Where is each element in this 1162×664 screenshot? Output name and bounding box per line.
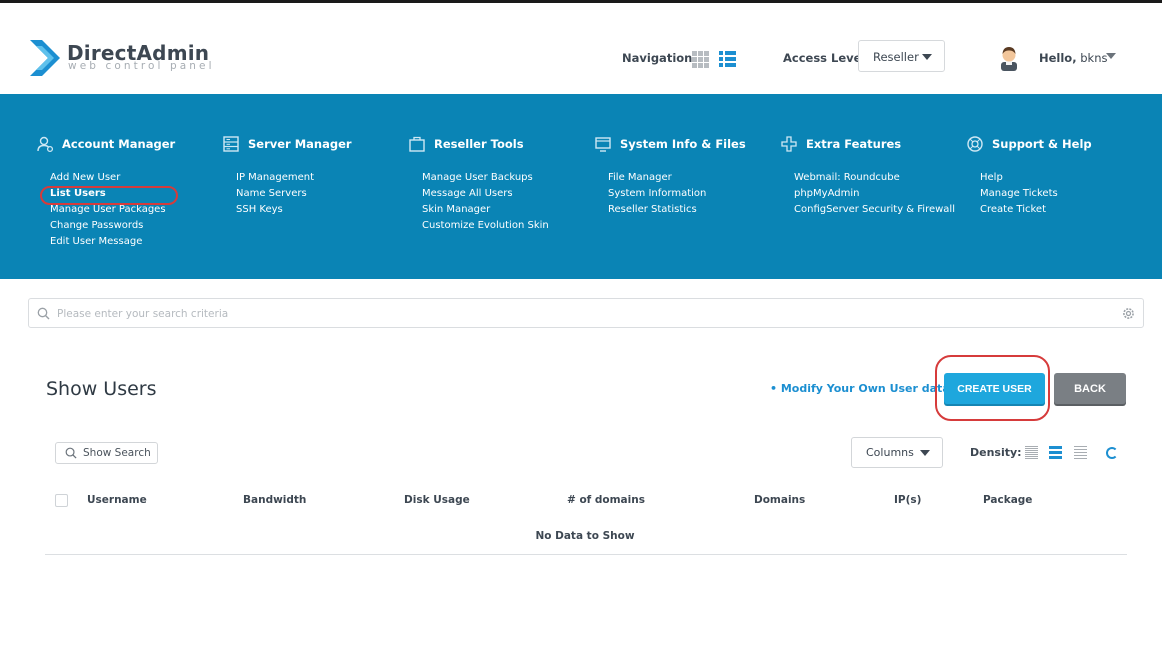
list-view-icon[interactable] <box>719 51 736 68</box>
user-settings-icon <box>37 136 54 153</box>
menu-item-customize-evolution-skin[interactable]: Customize Evolution Skin <box>422 218 549 234</box>
user-menu[interactable]: Hello, bkns <box>1039 51 1107 65</box>
column-header-username[interactable]: Username <box>87 494 147 506</box>
show-search-label: Show Search <box>83 447 151 459</box>
table-divider <box>45 554 1127 555</box>
menu-item-edit-user-message[interactable]: Edit User Message <box>50 234 175 250</box>
content-panel <box>10 279 1162 664</box>
modify-own-user-data-link[interactable]: • Modify Your Own User data <box>770 382 950 395</box>
menu-group-support-help: Support & Help Help Manage Tickets Creat… <box>966 134 1092 218</box>
gear-icon[interactable] <box>1122 307 1135 320</box>
hello-prefix: Hello, <box>1039 51 1077 65</box>
menu-title-reseller-tools[interactable]: Reseller Tools <box>434 137 524 151</box>
top-header: DirectAdmin web control panel Navigation… <box>0 3 1162 94</box>
menu-title-support-help[interactable]: Support & Help <box>992 137 1092 151</box>
columns-dropdown[interactable]: Columns <box>851 437 943 468</box>
lifebuoy-icon <box>967 136 983 152</box>
directadmin-logo-icon[interactable] <box>28 38 64 78</box>
menu-item-configserver-firewall[interactable]: ConfigServer Security & Firewall <box>794 202 955 218</box>
access-level-label: Access Level <box>783 51 866 65</box>
density-comfortable-icon[interactable] <box>1074 446 1087 459</box>
menu-item-manage-user-backups[interactable]: Manage User Backups <box>422 170 549 186</box>
select-all-checkbox[interactable] <box>55 494 68 507</box>
menu-item-name-servers[interactable]: Name Servers <box>236 186 352 202</box>
menu-group-reseller-tools: Reseller Tools Manage User Backups Messa… <box>408 134 549 234</box>
column-header-domain-count[interactable]: # of domains <box>567 494 645 506</box>
menu-title-server-manager[interactable]: Server Manager <box>248 137 352 151</box>
menu-group-extra-features: Extra Features Webmail: Roundcube phpMyA… <box>780 134 955 218</box>
search-input[interactable] <box>57 305 1097 323</box>
density-label: Density: <box>970 446 1022 459</box>
menu-item-create-ticket[interactable]: Create Ticket <box>980 202 1092 218</box>
back-button[interactable]: BACK <box>1054 373 1126 404</box>
menu-item-reseller-statistics[interactable]: Reseller Statistics <box>608 202 746 218</box>
menu-item-add-new-user[interactable]: Add New User <box>50 170 175 186</box>
show-search-button[interactable]: Show Search <box>55 442 158 464</box>
search-icon <box>37 307 50 320</box>
user-menu-chevron-icon[interactable] <box>1106 53 1116 59</box>
menu-item-system-information[interactable]: System Information <box>608 186 746 202</box>
brand-subtitle: web control panel <box>68 60 215 72</box>
menu-item-skin-manager[interactable]: Skin Manager <box>422 202 549 218</box>
menu-title-system-info[interactable]: System Info & Files <box>620 137 746 151</box>
column-header-disk-usage[interactable]: Disk Usage <box>404 494 470 506</box>
menu-title-account-manager[interactable]: Account Manager <box>62 137 175 151</box>
users-table-header: Username Bandwidth Disk Usage # of domai… <box>45 490 1127 512</box>
menu-item-ssh-keys[interactable]: SSH Keys <box>236 202 352 218</box>
columns-label: Columns <box>866 446 914 459</box>
list-users-highlight <box>40 186 178 205</box>
main-menu-bar: Account Manager Add New User List Users … <box>0 94 1162 279</box>
column-header-domains[interactable]: Domains <box>754 494 805 506</box>
user-avatar-icon[interactable] <box>998 45 1020 71</box>
username: bkns <box>1080 51 1108 65</box>
column-header-ips[interactable]: IP(s) <box>894 494 921 506</box>
menu-item-ip-management[interactable]: IP Management <box>236 170 352 186</box>
density-standard-icon[interactable] <box>1049 446 1062 459</box>
menu-item-message-all-users[interactable]: Message All Users <box>422 186 549 202</box>
menu-group-server-manager: Server Manager IP Management Name Server… <box>222 134 352 218</box>
column-header-package[interactable]: Package <box>983 494 1032 506</box>
column-header-bandwidth[interactable]: Bandwidth <box>243 494 306 506</box>
empty-table-message: No Data to Show <box>535 530 635 542</box>
access-level-value: Reseller <box>873 50 919 64</box>
menu-item-change-passwords[interactable]: Change Passwords <box>50 218 175 234</box>
search-icon <box>65 447 77 459</box>
server-icon <box>223 136 239 152</box>
refresh-icon[interactable] <box>1106 447 1118 459</box>
menu-item-manage-tickets[interactable]: Manage Tickets <box>980 186 1092 202</box>
briefcase-icon <box>409 136 425 152</box>
access-level-select[interactable]: Reseller <box>858 40 945 72</box>
grid-view-icon[interactable] <box>692 51 709 68</box>
menu-item-webmail-roundcube[interactable]: Webmail: Roundcube <box>794 170 955 186</box>
chevron-down-icon <box>922 54 932 60</box>
create-user-highlight <box>935 355 1050 421</box>
monitor-icon <box>595 137 611 152</box>
chevron-down-icon <box>920 450 930 456</box>
menu-title-extra-features[interactable]: Extra Features <box>806 137 901 151</box>
search-bar <box>28 298 1144 328</box>
menu-item-file-manager[interactable]: File Manager <box>608 170 746 186</box>
page-title: Show Users <box>46 378 157 400</box>
navigation-label: Navigation <box>622 51 693 65</box>
menu-item-phpmyadmin[interactable]: phpMyAdmin <box>794 186 955 202</box>
density-compact-icon[interactable] <box>1025 446 1038 459</box>
menu-item-help[interactable]: Help <box>980 170 1092 186</box>
plus-icon <box>781 136 797 152</box>
menu-group-system-info: System Info & Files File Manager System … <box>594 134 746 218</box>
